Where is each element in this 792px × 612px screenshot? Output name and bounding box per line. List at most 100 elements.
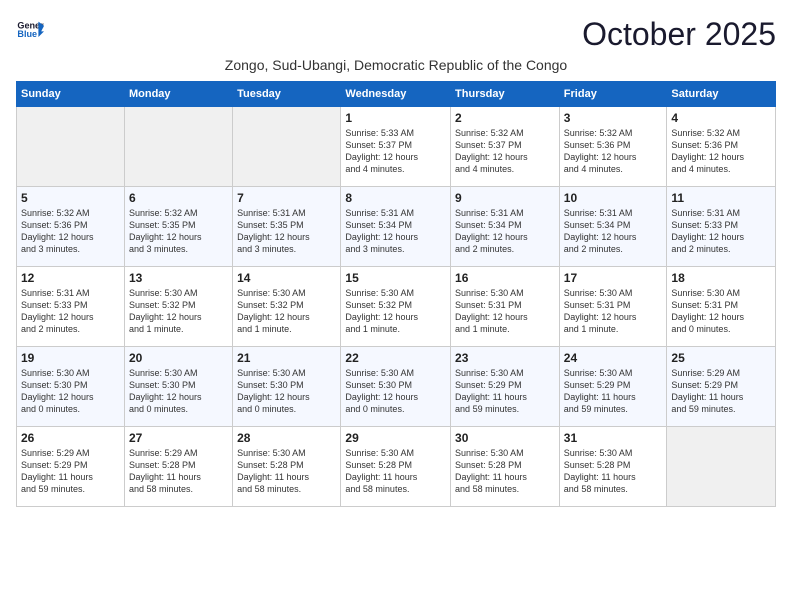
logo-icon: General Blue: [16, 16, 44, 44]
day-number: 18: [671, 271, 771, 285]
day-cell: 1 Sunrise: 5:33 AM Sunset: 5:37 PM Daylig…: [341, 107, 451, 187]
day-cell: [233, 107, 341, 187]
week-row-4: 19 Sunrise: 5:30 AM Sunset: 5:30 PM Dayli…: [17, 347, 776, 427]
day-number: 25: [671, 351, 771, 365]
day-number: 7: [237, 191, 336, 205]
day-number: 2: [455, 111, 555, 125]
day-cell: 3 Sunrise: 5:32 AM Sunset: 5:36 PM Daylig…: [559, 107, 667, 187]
header: General Blue October 2025: [16, 16, 776, 53]
day-info: Sunrise: 5:31 AM Sunset: 5:34 PM Dayligh…: [455, 207, 555, 256]
day-cell: 7 Sunrise: 5:31 AM Sunset: 5:35 PM Daylig…: [233, 187, 341, 267]
day-number: 14: [237, 271, 336, 285]
day-cell: [667, 427, 776, 507]
day-number: 1: [345, 111, 446, 125]
day-info: Sunrise: 5:30 AM Sunset: 5:32 PM Dayligh…: [129, 287, 228, 336]
title-area: October 2025: [582, 16, 776, 53]
day-cell: 20 Sunrise: 5:30 AM Sunset: 5:30 PM Dayli…: [124, 347, 232, 427]
day-cell: [17, 107, 125, 187]
day-number: 17: [564, 271, 663, 285]
day-cell: 4 Sunrise: 5:32 AM Sunset: 5:36 PM Daylig…: [667, 107, 776, 187]
day-cell: 16 Sunrise: 5:30 AM Sunset: 5:31 PM Dayli…: [451, 267, 560, 347]
day-number: 10: [564, 191, 663, 205]
day-cell: 9Sunrise: 5:31 AM Sunset: 5:34 PM Daylig…: [451, 187, 560, 267]
day-info: Sunrise: 5:30 AM Sunset: 5:32 PM Dayligh…: [345, 287, 446, 336]
day-number: 30: [455, 431, 555, 445]
day-info: Sunrise: 5:32 AM Sunset: 5:36 PM Dayligh…: [21, 207, 120, 256]
day-info: Sunrise: 5:32 AM Sunset: 5:35 PM Dayligh…: [129, 207, 228, 256]
day-info: Sunrise: 5:30 AM Sunset: 5:29 PM Dayligh…: [564, 367, 663, 416]
day-info: Sunrise: 5:30 AM Sunset: 5:30 PM Dayligh…: [129, 367, 228, 416]
day-cell: 29 Sunrise: 5:30 AM Sunset: 5:28 PM Dayli…: [341, 427, 451, 507]
week-row-3: 12Sunrise: 5:31 AM Sunset: 5:33 PM Dayli…: [17, 267, 776, 347]
column-header-sunday: Sunday: [17, 82, 125, 107]
day-cell: 23 Sunrise: 5:30 AM Sunset: 5:29 PM Dayli…: [451, 347, 560, 427]
day-number: 3: [564, 111, 663, 125]
day-number: 4: [671, 111, 771, 125]
day-cell: 10 Sunrise: 5:31 AM Sunset: 5:34 PM Dayli…: [559, 187, 667, 267]
day-cell: 27Sunrise: 5:29 AM Sunset: 5:28 PM Dayli…: [124, 427, 232, 507]
day-info: Sunrise: 5:30 AM Sunset: 5:30 PM Dayligh…: [21, 367, 120, 416]
day-info: Sunrise: 5:29 AM Sunset: 5:29 PM Dayligh…: [21, 447, 120, 496]
day-info: Sunrise: 5:30 AM Sunset: 5:28 PM Dayligh…: [564, 447, 663, 496]
month-title: October 2025: [582, 16, 776, 53]
day-number: 5: [21, 191, 120, 205]
subtitle: Zongo, Sud-Ubangi, Democratic Republic o…: [16, 57, 776, 73]
day-cell: 2 Sunrise: 5:32 AM Sunset: 5:37 PM Daylig…: [451, 107, 560, 187]
day-info: Sunrise: 5:30 AM Sunset: 5:30 PM Dayligh…: [237, 367, 336, 416]
day-cell: 14 Sunrise: 5:30 AM Sunset: 5:32 PM Dayli…: [233, 267, 341, 347]
day-cell: [124, 107, 232, 187]
day-number: 22: [345, 351, 446, 365]
day-cell: 13 Sunrise: 5:30 AM Sunset: 5:32 PM Dayli…: [124, 267, 232, 347]
day-cell: 11 Sunrise: 5:31 AM Sunset: 5:33 PM Dayli…: [667, 187, 776, 267]
day-info: Sunrise: 5:31 AM Sunset: 5:33 PM Dayligh…: [671, 207, 771, 256]
day-number: 21: [237, 351, 336, 365]
column-header-wednesday: Wednesday: [341, 82, 451, 107]
day-info: Sunrise: 5:30 AM Sunset: 5:29 PM Dayligh…: [455, 367, 555, 416]
day-info: Sunrise: 5:30 AM Sunset: 5:28 PM Dayligh…: [237, 447, 336, 496]
day-info: Sunrise: 5:30 AM Sunset: 5:30 PM Dayligh…: [345, 367, 446, 416]
day-info: Sunrise: 5:29 AM Sunset: 5:29 PM Dayligh…: [671, 367, 771, 416]
day-cell: 6 Sunrise: 5:32 AM Sunset: 5:35 PM Daylig…: [124, 187, 232, 267]
column-header-tuesday: Tuesday: [233, 82, 341, 107]
day-info: Sunrise: 5:32 AM Sunset: 5:36 PM Dayligh…: [671, 127, 771, 176]
week-row-5: 26Sunrise: 5:29 AM Sunset: 5:29 PM Dayli…: [17, 427, 776, 507]
day-cell: 21 Sunrise: 5:30 AM Sunset: 5:30 PM Dayli…: [233, 347, 341, 427]
day-info: Sunrise: 5:31 AM Sunset: 5:34 PM Dayligh…: [345, 207, 446, 256]
day-number: 11: [671, 191, 771, 205]
day-info: Sunrise: 5:29 AM Sunset: 5:28 PM Dayligh…: [129, 447, 228, 496]
day-number: 19: [21, 351, 120, 365]
day-info: Sunrise: 5:33 AM Sunset: 5:37 PM Dayligh…: [345, 127, 446, 176]
column-header-friday: Friday: [559, 82, 667, 107]
day-info: Sunrise: 5:30 AM Sunset: 5:32 PM Dayligh…: [237, 287, 336, 336]
day-info: Sunrise: 5:31 AM Sunset: 5:34 PM Dayligh…: [564, 207, 663, 256]
day-number: 6: [129, 191, 228, 205]
column-header-saturday: Saturday: [667, 82, 776, 107]
day-cell: 25 Sunrise: 5:29 AM Sunset: 5:29 PM Dayli…: [667, 347, 776, 427]
day-number: 16: [455, 271, 555, 285]
day-number: 15: [345, 271, 446, 285]
day-info: Sunrise: 5:31 AM Sunset: 5:35 PM Dayligh…: [237, 207, 336, 256]
day-info: Sunrise: 5:32 AM Sunset: 5:36 PM Dayligh…: [564, 127, 663, 176]
day-info: Sunrise: 5:30 AM Sunset: 5:28 PM Dayligh…: [345, 447, 446, 496]
day-cell: 22 Sunrise: 5:30 AM Sunset: 5:30 PM Dayli…: [341, 347, 451, 427]
day-cell: 31 Sunrise: 5:30 AM Sunset: 5:28 PM Dayli…: [559, 427, 667, 507]
day-info: Sunrise: 5:32 AM Sunset: 5:37 PM Dayligh…: [455, 127, 555, 176]
day-number: 23: [455, 351, 555, 365]
week-row-2: 5 Sunrise: 5:32 AM Sunset: 5:36 PM Daylig…: [17, 187, 776, 267]
day-number: 24: [564, 351, 663, 365]
day-number: 31: [564, 431, 663, 445]
header-row: SundayMondayTuesdayWednesdayThursdayFrid…: [17, 82, 776, 107]
day-number: 13: [129, 271, 228, 285]
day-cell: 15 Sunrise: 5:30 AM Sunset: 5:32 PM Dayli…: [341, 267, 451, 347]
day-cell: 28 Sunrise: 5:30 AM Sunset: 5:28 PM Dayli…: [233, 427, 341, 507]
day-info: Sunrise: 5:30 AM Sunset: 5:31 PM Dayligh…: [455, 287, 555, 336]
day-info: Sunrise: 5:31 AM Sunset: 5:33 PM Dayligh…: [21, 287, 120, 336]
day-number: 29: [345, 431, 446, 445]
day-number: 28: [237, 431, 336, 445]
day-number: 20: [129, 351, 228, 365]
day-cell: 17Sunrise: 5:30 AM Sunset: 5:31 PM Dayli…: [559, 267, 667, 347]
day-cell: 5 Sunrise: 5:32 AM Sunset: 5:36 PM Daylig…: [17, 187, 125, 267]
calendar-table: SundayMondayTuesdayWednesdayThursdayFrid…: [16, 81, 776, 507]
column-header-thursday: Thursday: [451, 82, 560, 107]
day-cell: 19 Sunrise: 5:30 AM Sunset: 5:30 PM Dayli…: [17, 347, 125, 427]
